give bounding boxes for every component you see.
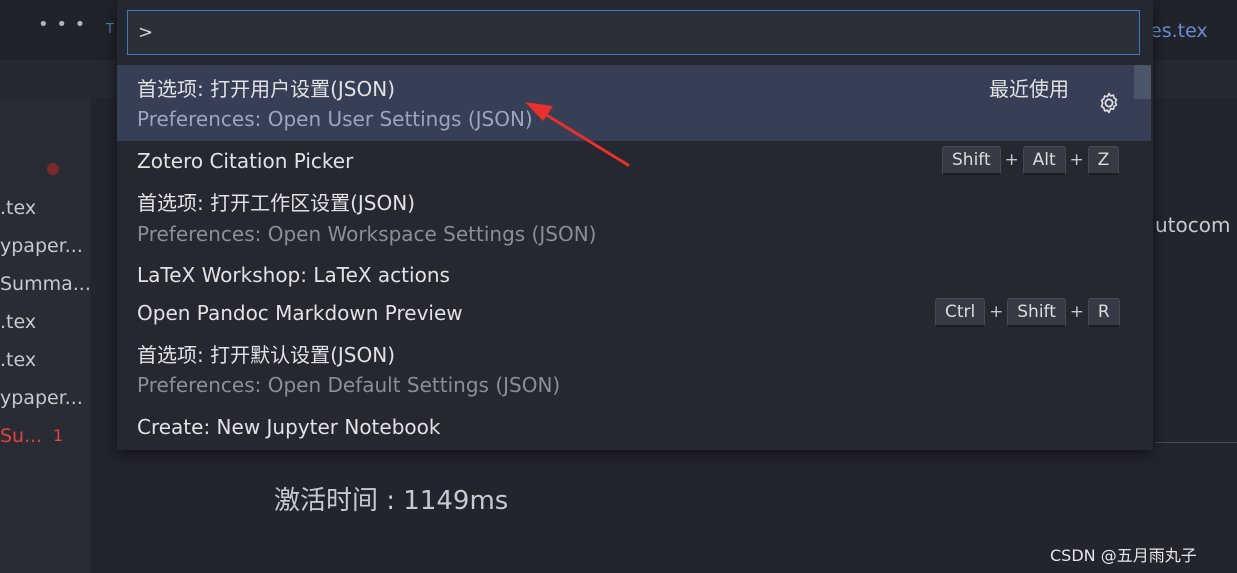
command-search-input[interactable] [127,10,1140,55]
keybinding: Ctrl + Shift + R [935,297,1120,327]
keycap: Shift [1007,297,1066,327]
keybinding: Shift + Alt + Z [942,145,1120,175]
sidebar-file-item-error[interactable]: Su... [0,425,90,447]
sidebar-file-item[interactable]: ypaper... [0,235,90,257]
command-item-zotero-citation-picker[interactable]: Zotero Citation Picker Shift + Alt + Z [117,141,1151,179]
scrollbar-thumb[interactable] [1134,65,1151,99]
sidebar-file-item[interactable]: ypaper... [0,387,90,409]
sidebar-file-item[interactable]: .tex [0,349,90,371]
command-item-open-workspace-settings[interactable]: 首选项: 打开工作区设置(JSON) Preferences: Open Wor… [117,179,1151,255]
command-label: LaTeX Workshop: LaTeX actions [137,263,450,287]
gear-icon[interactable] [1097,91,1121,115]
unsaved-dot-icon [47,163,59,175]
error-count-badge: 1 [53,426,64,445]
editor-tab-partial-left[interactable]: T [106,22,114,37]
sidebar-file-item[interactable]: .tex [0,197,90,219]
command-item-latex-actions[interactable]: LaTeX Workshop: LaTeX actions [117,255,1151,293]
explorer-sidebar [0,98,90,573]
key-separator: + [1069,150,1084,170]
command-description: Preferences: Open User Settings (JSON) [137,107,533,131]
command-item-new-jupyter-notebook[interactable]: Create: New Jupyter Notebook [117,407,1151,447]
key-separator: + [1004,150,1019,170]
editor-tab-partial-right[interactable]: es.tex [1150,20,1208,42]
command-description: Preferences: Open Default Settings (JSON… [137,373,561,397]
activation-time-text: 激活时间 : 1149ms [274,486,509,516]
keycap: Shift [942,145,1001,175]
watermark-text: CSDN @五月雨丸子 [1050,546,1197,565]
command-label: 首选项: 打开用户设置(JSON) [137,77,395,101]
command-label: 首选项: 打开工作区设置(JSON) [137,191,415,215]
editor-divider [1155,442,1237,443]
command-item-pandoc-preview[interactable]: Open Pandoc Markdown Preview Ctrl + Shif… [117,293,1151,331]
keycap: Ctrl [935,297,986,327]
more-actions-icon[interactable]: • • • [38,14,86,35]
command-item-open-user-settings[interactable]: 首选项: 打开用户设置(JSON) Preferences: Open User… [117,65,1151,141]
command-label: Zotero Citation Picker [137,149,354,173]
command-label: Create: New Jupyter Notebook [137,415,441,439]
keycap: Z [1087,145,1120,175]
command-label: 首选项: 打开默认设置(JSON) [137,343,395,367]
editor-partial-text: utocom [1155,213,1231,237]
recently-used-label: 最近使用 [989,77,1069,101]
command-item-open-default-settings[interactable]: 首选项: 打开默认设置(JSON) Preferences: Open Defa… [117,331,1151,407]
key-separator: + [1069,302,1085,322]
command-label: Open Pandoc Markdown Preview [137,301,463,325]
key-separator: + [989,302,1004,322]
sidebar-file-item[interactable]: .tex [0,311,90,333]
keycap: R [1087,297,1120,327]
keycap: Alt [1022,145,1066,175]
command-description: Preferences: Open Workspace Settings (JS… [137,222,597,246]
command-palette: 首选项: 打开用户设置(JSON) Preferences: Open User… [117,0,1153,450]
sidebar-file-item[interactable]: Summa... [0,273,90,295]
